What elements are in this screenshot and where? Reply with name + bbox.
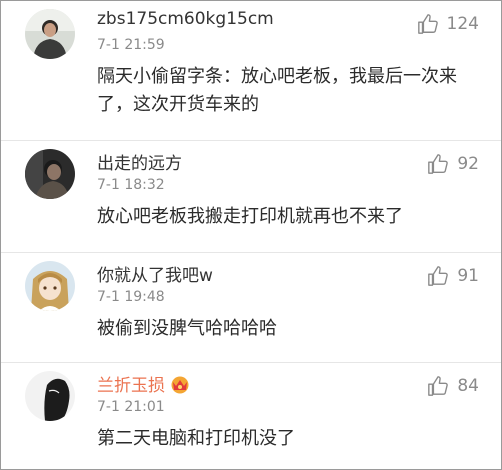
vip-crown-icon bbox=[171, 376, 189, 394]
comment-item: 你就从了我吧w 7-1 19:48 91 被偷到没脾气哈哈哈哈 bbox=[1, 253, 501, 361]
comment-text: 放心吧老板我搬走打印机就再也不来了 bbox=[97, 206, 403, 227]
comment-item: 兰折玉损 7-1 21:01 84 第二天电脑和打印机没了 bbox=[1, 363, 501, 469]
username[interactable]: zbs175cm60kg15cm bbox=[97, 9, 274, 29]
comment-time: 7-1 21:59 bbox=[97, 37, 165, 53]
comment-list: zbs175cm60kg15cm 7-1 21:59 124 隔天小偷留字条：放… bbox=[0, 0, 502, 470]
comment-text: 第二天电脑和打印机没了 bbox=[97, 428, 295, 449]
comment-item: 出走的远方 7-1 18:32 92 放心吧老板我搬走打印机就再也不来了 bbox=[1, 141, 501, 251]
like-count: 84 bbox=[457, 376, 479, 396]
like-count: 91 bbox=[457, 266, 479, 286]
like-count: 92 bbox=[457, 154, 479, 174]
thumbs-up-icon bbox=[428, 154, 449, 174]
like-button[interactable]: 91 bbox=[427, 265, 479, 287]
comment-time: 7-1 18:32 bbox=[97, 177, 165, 193]
username[interactable]: 出走的远方 bbox=[97, 149, 182, 174]
like-button[interactable]: 84 bbox=[427, 375, 479, 397]
thumbs-up-icon bbox=[417, 14, 438, 34]
comment-item: zbs175cm60kg15cm 7-1 21:59 124 隔天小偷留字条：放… bbox=[1, 1, 501, 141]
username[interactable]: 你就从了我吧w bbox=[97, 261, 213, 286]
comment-text: 被偷到没脾气哈哈哈哈 bbox=[97, 318, 277, 339]
thumbs-up-icon bbox=[428, 266, 449, 286]
username[interactable]: 兰折玉损 bbox=[97, 371, 191, 396]
avatar[interactable] bbox=[25, 9, 75, 59]
avatar[interactable] bbox=[25, 149, 75, 199]
thumbs-up-icon bbox=[428, 376, 449, 396]
avatar[interactable] bbox=[25, 371, 75, 421]
avatar[interactable] bbox=[25, 261, 75, 311]
username-text: 兰折玉损 bbox=[97, 376, 165, 396]
comment-time: 7-1 19:48 bbox=[97, 289, 165, 305]
like-button[interactable]: 92 bbox=[427, 153, 479, 175]
comment-text: 隔天小偷留字条：放心吧老板，我最后一次来了，这次开货车来的 bbox=[97, 66, 457, 115]
comment-time: 7-1 21:01 bbox=[97, 399, 165, 415]
like-button[interactable]: 124 bbox=[417, 13, 479, 35]
like-count: 124 bbox=[446, 14, 479, 34]
